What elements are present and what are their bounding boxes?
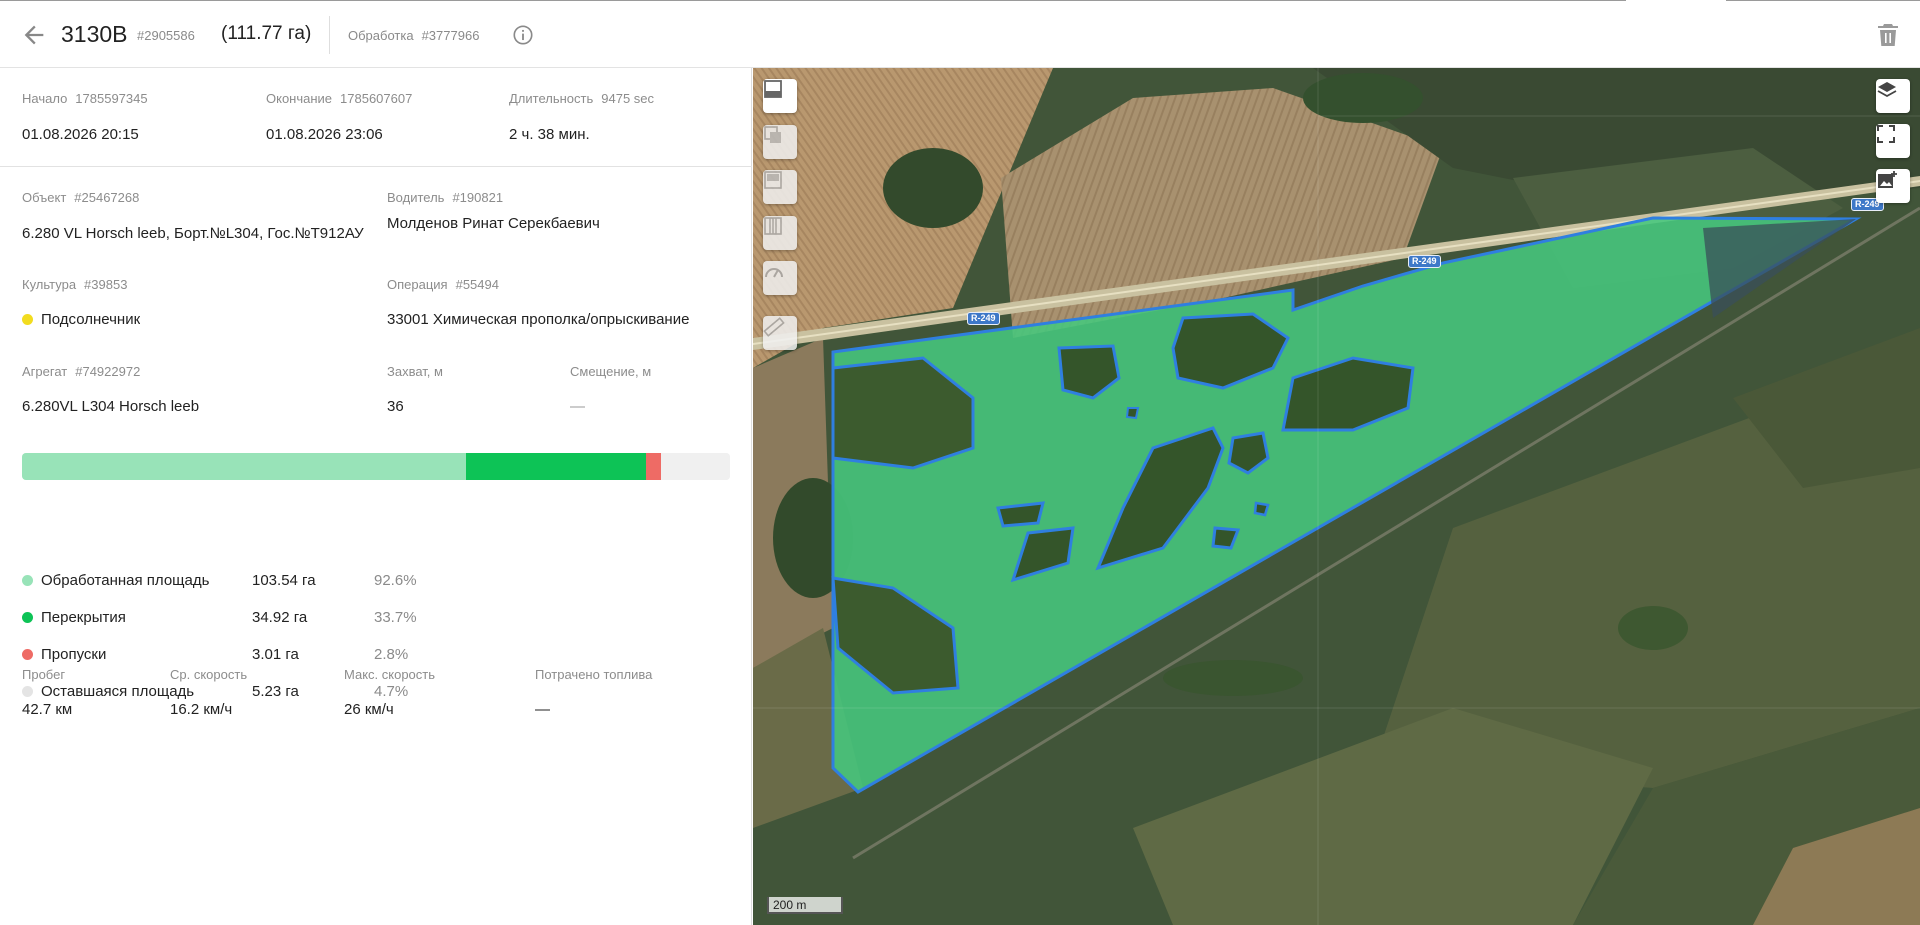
back-arrow-icon[interactable] xyxy=(20,21,48,49)
road-label: R-249 xyxy=(967,312,1000,325)
end-label: Окончание 1785607607 xyxy=(266,91,413,106)
coverage-segment-processed xyxy=(22,453,466,480)
columns-icon xyxy=(764,217,782,235)
fuel-value: — xyxy=(535,701,550,718)
page-title: 3130В xyxy=(61,21,128,47)
trash-icon[interactable] xyxy=(1876,22,1900,48)
object-label: Объект #25467268 xyxy=(22,190,140,205)
width-label: Захват, м xyxy=(387,364,443,379)
aggregate-label: Агрегат #74922972 xyxy=(22,364,141,379)
mileage-label: Пробег xyxy=(22,667,66,682)
header: 3130В #2905586 (111.77 га) Обработка #377… xyxy=(0,1,1920,68)
culture-label: Культура #39853 xyxy=(22,277,128,292)
start-value: 01.08.2026 20:15 xyxy=(22,126,139,143)
processing-label: Обработка #3777966 xyxy=(348,28,480,43)
coverage-segment-remaining xyxy=(661,453,730,480)
width-value: 36 xyxy=(387,398,404,415)
legend-label: Перекрытия xyxy=(41,609,126,626)
legend-color-dot xyxy=(22,575,33,586)
legend-label: Оставшаяся площадь xyxy=(41,683,195,700)
legend-color-dot xyxy=(22,612,33,623)
driver-label: Водитель #190821 xyxy=(387,190,504,205)
map-scale: 200 m xyxy=(767,897,843,914)
scale-label: 200 m xyxy=(767,897,843,914)
legend-area: 103.54 га xyxy=(252,572,316,589)
layers-icon xyxy=(1877,82,1897,98)
fuel-label: Потрачено топлива xyxy=(535,667,653,682)
legend-color-dot xyxy=(22,649,33,660)
coverage-bar xyxy=(22,453,730,480)
field-id: #2905586 xyxy=(137,28,195,43)
offset-value: — xyxy=(570,398,585,415)
add-image-icon xyxy=(1878,171,1897,188)
field-area: (111.77 га) xyxy=(221,23,312,44)
legend-label: Обработанная площадь xyxy=(41,572,210,589)
gauge-icon xyxy=(765,268,783,278)
avg-speed-label: Ср. скорость xyxy=(170,667,248,682)
max-speed-value: 26 км/ч xyxy=(344,701,394,718)
legend-area: 5.23 га xyxy=(252,683,299,700)
info-icon[interactable] xyxy=(512,24,534,46)
end-value: 01.08.2026 23:06 xyxy=(266,126,383,143)
culture-color-dot xyxy=(22,314,33,325)
legend-percent: 4.7% xyxy=(374,683,409,700)
road-label: R-249 xyxy=(1408,255,1441,268)
operation-label: Операция #55494 xyxy=(387,277,499,292)
operation-value[interactable]: 33001 Химическая прополка/опрыскивание xyxy=(387,311,689,328)
duration-value: 2 ч. 38 мин. xyxy=(509,126,590,143)
driver-value[interactable]: Молденов Ринат Серекбаевич xyxy=(387,215,600,232)
info-panel: Начало 1785597345 01.08.2026 20:15 Оконча… xyxy=(0,68,752,925)
header-divider xyxy=(329,16,330,54)
ruler-button[interactable] xyxy=(763,316,797,350)
legend-percent: 33.7% xyxy=(374,609,417,626)
coverage-segment-gaps xyxy=(645,453,662,480)
offset-label: Смещение, м xyxy=(570,364,652,379)
legend-label: Пропуски xyxy=(41,646,107,663)
frame-icon xyxy=(764,171,782,189)
start-label: Начало 1785597345 xyxy=(22,91,148,106)
section-divider xyxy=(0,166,752,167)
frame-button[interactable] xyxy=(763,170,797,204)
speed-button[interactable] xyxy=(763,261,797,295)
fullscreen-button[interactable] xyxy=(1876,124,1910,158)
split-icon xyxy=(764,126,781,143)
coverage-legend-row: Перекрытия 34.92 га 33.7% xyxy=(22,609,417,626)
panel-toggle-button[interactable] xyxy=(763,79,797,113)
max-speed-label: Макс. скорость xyxy=(344,667,436,682)
tracks-button[interactable] xyxy=(763,216,797,250)
legend-area: 34.92 га xyxy=(252,609,308,626)
coverage-segment-overlap xyxy=(465,453,646,480)
legend-percent: 2.8% xyxy=(374,646,409,663)
map-canvas[interactable] xyxy=(753,68,1920,925)
aggregate-value[interactable]: 6.280VL L304 Horsch leeb xyxy=(22,398,199,415)
add-image-button[interactable] xyxy=(1876,169,1910,203)
coverage-legend-row: Обработанная площадь 103.54 га 92.6% xyxy=(22,572,417,589)
panel-icon xyxy=(764,80,782,98)
legend-color-dot xyxy=(22,686,33,697)
layer-split-button[interactable] xyxy=(763,125,797,159)
object-value[interactable]: 6.280 VL Horsch leeb, Борт.№L304, Гос.№Т… xyxy=(22,225,365,242)
duration-label: Длительность 9475 sec xyxy=(509,91,655,106)
satellite-map[interactable]: R-249 R-249 R-249 200 m xyxy=(753,68,1920,925)
coverage-legend-row: Пропуски 3.01 га 2.8% xyxy=(22,646,408,663)
avg-speed-value: 16.2 км/ч xyxy=(170,701,233,718)
mileage-value: 42.7 км xyxy=(22,701,73,718)
fullscreen-icon xyxy=(1877,125,1895,143)
ruler-icon xyxy=(763,317,785,337)
legend-percent: 92.6% xyxy=(374,572,417,589)
layers-button[interactable] xyxy=(1876,79,1910,113)
culture-value[interactable]: Подсолнечник xyxy=(22,311,140,328)
legend-area: 3.01 га xyxy=(252,646,299,663)
coverage-legend-row: Оставшаяся площадь 5.23 га 4.7% xyxy=(22,683,408,700)
